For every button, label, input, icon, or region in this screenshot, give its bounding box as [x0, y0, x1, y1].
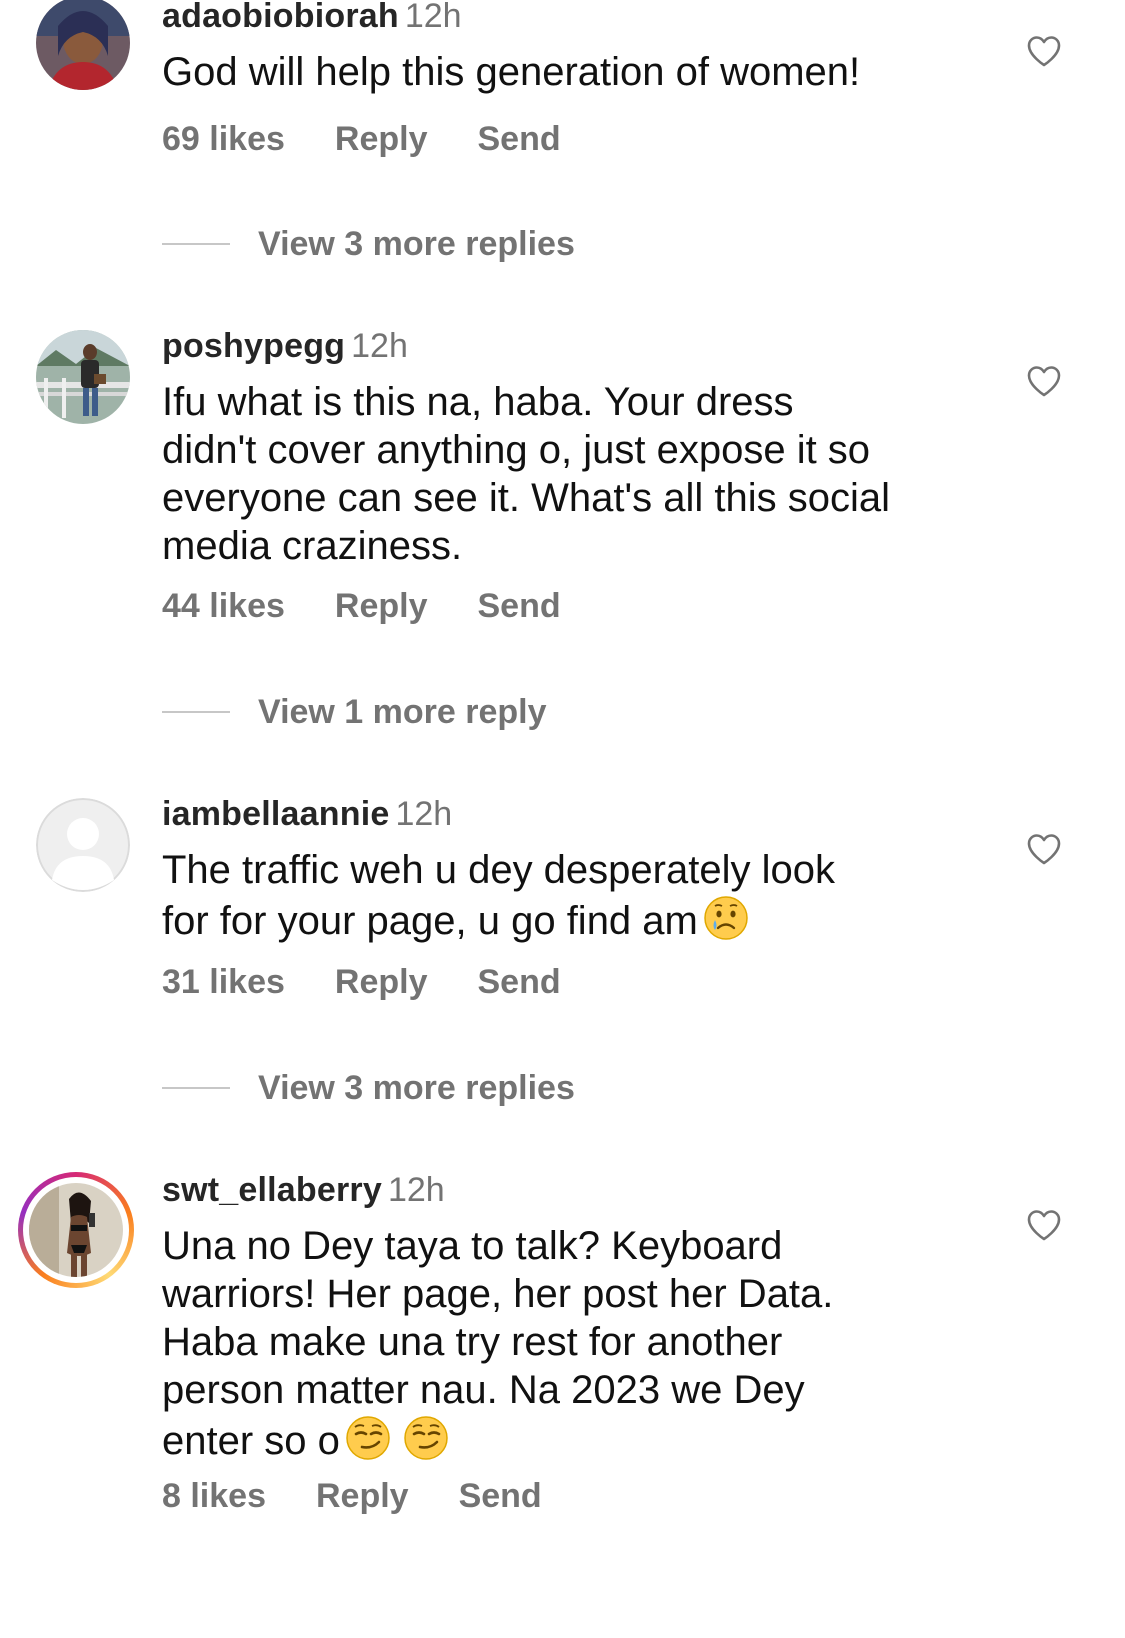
username[interactable]: iambellaannie [162, 795, 389, 833]
comment-header: adaobiobiorah 12h [162, 0, 462, 36]
avatar[interactable] [36, 798, 130, 892]
timestamp: 12h [404, 0, 462, 35]
comment-text: The traffic weh u dey desperately look f… [162, 846, 962, 953]
timestamp: 12h [395, 795, 453, 833]
send-button[interactable]: Send [477, 119, 560, 159]
view-more-replies-button[interactable]: View 3 more replies [162, 224, 575, 264]
comment-actions: 8 likes Reply Send [162, 1476, 592, 1516]
view-more-replies-label: View 3 more replies [258, 1069, 575, 1107]
avatar[interactable] [29, 1183, 123, 1277]
reply-button[interactable]: Reply [335, 586, 428, 626]
likes-count[interactable]: 69 likes [162, 119, 285, 159]
username[interactable]: swt_ellaberry [162, 1171, 382, 1209]
view-more-replies-label: View 1 more reply [258, 693, 547, 731]
comment-actions: 31 likes Reply Send [162, 962, 611, 1002]
username[interactable]: poshypegg [162, 327, 345, 365]
view-more-replies-button[interactable]: View 3 more replies [162, 1068, 575, 1108]
avatar[interactable] [36, 0, 130, 90]
timestamp: 12h [351, 327, 408, 365]
send-button[interactable]: Send [459, 1476, 542, 1516]
likes-count[interactable]: 44 likes [162, 586, 285, 626]
comment-text: God will help this generation of women! [162, 50, 861, 94]
comment-header: iambellaannie 12h [162, 794, 452, 834]
reply-button[interactable]: Reply [335, 962, 428, 1002]
comment-actions: 44 likes Reply Send [162, 586, 611, 626]
smirking-face-icon [402, 1414, 450, 1473]
heart-icon[interactable] [1026, 34, 1062, 70]
comment-header: poshypegg 12h [162, 326, 408, 366]
divider-line [162, 1087, 230, 1090]
comment-actions: 69 likes Reply Send [162, 119, 611, 159]
likes-count[interactable]: 8 likes [162, 1476, 266, 1516]
story-ring[interactable] [18, 1172, 134, 1288]
comment-header: swt_ellaberry 12h [162, 1170, 445, 1210]
comment-text: Una no Dey taya to talk? Keyboard warrio… [162, 1222, 962, 1473]
reply-button[interactable]: Reply [335, 119, 428, 159]
avatar[interactable] [36, 330, 130, 424]
heart-icon[interactable] [1026, 832, 1062, 868]
likes-count[interactable]: 31 likes [162, 962, 285, 1002]
send-button[interactable]: Send [477, 586, 560, 626]
comment-text-body: Una no Dey taya to talk? Keyboard warrio… [162, 1224, 834, 1463]
comment-text: Ifu what is this na, haba. Your dress di… [162, 380, 890, 568]
view-more-replies-label: View 3 more replies [258, 225, 575, 263]
heart-icon[interactable] [1026, 364, 1062, 400]
send-button[interactable]: Send [477, 962, 560, 1002]
crying-face-icon [702, 894, 750, 953]
divider-line [162, 243, 230, 246]
username[interactable]: adaobiobiorah [162, 0, 399, 35]
divider-line [162, 711, 230, 714]
smirking-face-icon [344, 1414, 392, 1473]
timestamp: 12h [387, 1171, 445, 1209]
reply-button[interactable]: Reply [316, 1476, 409, 1516]
heart-icon[interactable] [1026, 1208, 1062, 1244]
view-more-replies-button[interactable]: View 1 more reply [162, 692, 547, 732]
